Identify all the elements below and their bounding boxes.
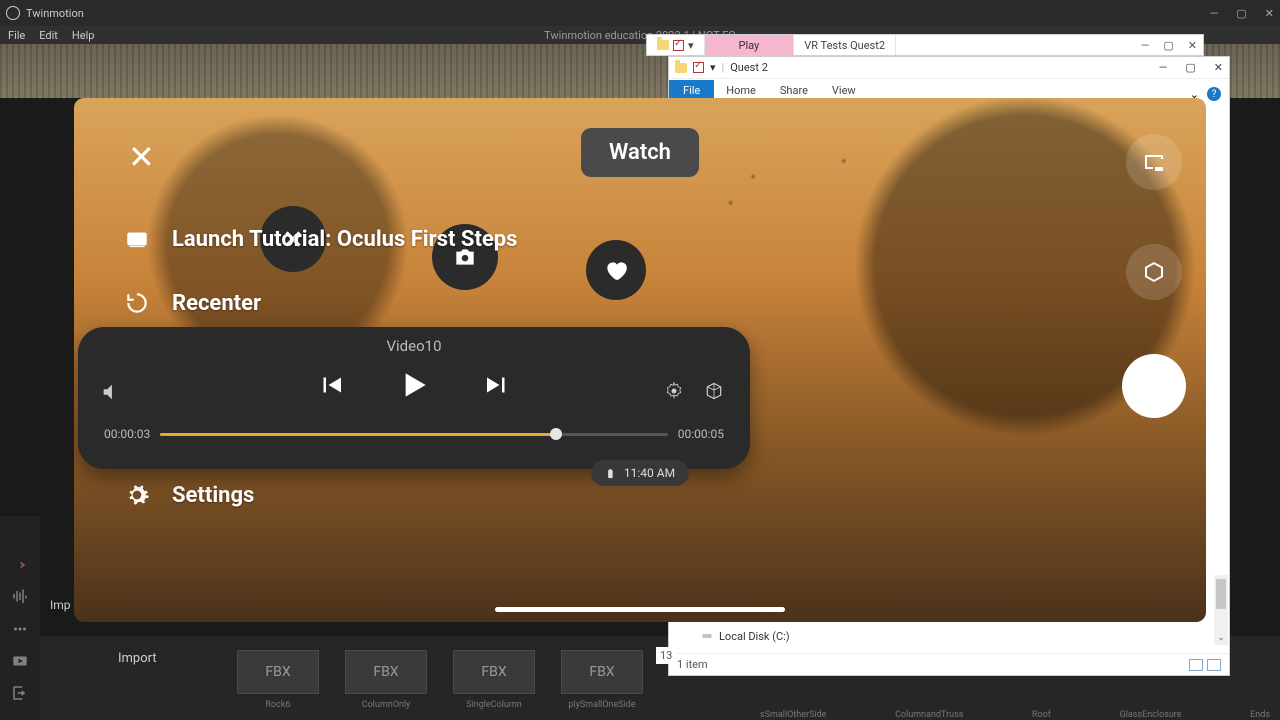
media-icon[interactable] (11, 652, 29, 668)
window-minimize-icon[interactable]: — (1159, 61, 1168, 74)
settings-icon (124, 482, 150, 508)
asset-item[interactable]: FBXplySmallOneSide (560, 650, 644, 710)
menu-settings[interactable]: Settings (124, 482, 517, 508)
battery-icon (605, 467, 616, 480)
explorer-tab[interactable]: ▾ (647, 35, 705, 55)
menu-recenter[interactable]: Recenter (124, 290, 517, 316)
cube3d-icon[interactable] (704, 381, 724, 405)
volume-icon[interactable] (100, 381, 122, 407)
window-close-icon[interactable]: ✕ (1214, 61, 1223, 74)
quick-dropdown-icon[interactable]: ▾ (710, 61, 716, 74)
heart-bubble-icon[interactable] (586, 240, 646, 300)
window-title: Quest 2 (730, 61, 768, 74)
menu-apps[interactable]: Apps (124, 418, 517, 444)
play-icon[interactable] (394, 365, 434, 409)
explorer-tab-label[interactable]: VR Tests Quest2 (794, 35, 896, 55)
play-tab[interactable]: Play (705, 35, 795, 55)
cast-icon[interactable] (1126, 134, 1182, 190)
import-label[interactable]: Import (118, 651, 157, 666)
scrollbar[interactable]: ⌄ (1214, 575, 1228, 645)
tree-item-local-disk[interactable]: Local Disk (C:) (683, 627, 1223, 645)
next-track-icon[interactable] (482, 370, 512, 404)
folder-icon (675, 63, 687, 73)
cancel-bubble-icon[interactable] (260, 206, 326, 272)
apps-icon (124, 418, 150, 444)
home-indicator[interactable] (495, 607, 785, 612)
asset-thumbnails: FBXRock6 FBXColumnOnly FBXSingleColumn F… (236, 650, 644, 710)
app-title: Twinmotion (26, 7, 84, 20)
menu-file[interactable]: File (8, 29, 25, 42)
hamburger-icon[interactable] (11, 524, 29, 540)
window-minimize-icon[interactable]: — (1141, 39, 1150, 52)
help-icon[interactable]: ? (1207, 87, 1221, 101)
checkbox-icon (673, 40, 684, 51)
folder-icon (657, 40, 669, 50)
prev-track-icon[interactable] (316, 370, 346, 404)
clock-pill: 11:40 AM (591, 460, 689, 486)
seek-bar[interactable] (160, 433, 667, 436)
time-current: 00:00:03 (104, 427, 150, 441)
camera-bubble-icon[interactable] (432, 224, 498, 290)
menu-edit[interactable]: Edit (39, 29, 58, 42)
cube-icon[interactable] (1126, 244, 1182, 300)
window-close-icon[interactable]: ✕ (1188, 39, 1197, 52)
menu-help[interactable]: Help (72, 29, 95, 42)
waveform-icon[interactable] (11, 588, 29, 604)
gear-icon[interactable] (664, 381, 684, 405)
vr-menu: Launch Tutorial: Oculus First Steps Rece… (124, 226, 517, 508)
view-details-icon[interactable] (1189, 659, 1203, 671)
export-icon[interactable] (11, 684, 29, 700)
asset-item[interactable]: FBXRock6 (236, 650, 320, 710)
import-icon[interactable] (11, 556, 29, 572)
guardian-icon (124, 354, 150, 380)
explorer-window-back: ▾ Play VR Tests Quest2 — ▢ ✕ (646, 34, 1204, 56)
tutorial-icon (124, 226, 150, 252)
item-count: 1 item (677, 658, 708, 671)
window-maximize-icon[interactable]: ▢ (1185, 61, 1195, 74)
window-minimize-icon[interactable]: — (1210, 7, 1219, 20)
window-close-icon[interactable]: ✕ (1265, 7, 1274, 20)
video-title: Video10 (386, 337, 441, 355)
panel-label: Imp (50, 598, 71, 612)
asset-item[interactable]: FBXSingleColumn (452, 650, 536, 710)
watch-button[interactable]: Watch (581, 128, 699, 177)
time-total: 00:00:05 (678, 427, 724, 441)
close-icon[interactable]: ✕ (128, 138, 155, 176)
record-button[interactable] (1122, 354, 1186, 418)
tool-rail (0, 516, 40, 720)
menu-guardian[interactable]: Reset Guardian (124, 354, 517, 380)
menu-tutorial[interactable]: Launch Tutorial: Oculus First Steps (124, 226, 517, 252)
recenter-icon (124, 290, 150, 316)
drive-icon (701, 630, 713, 642)
clock-time: 11:40 AM (624, 466, 675, 480)
app-titlebar: Twinmotion — ▢ ✕ (0, 0, 1280, 26)
count-fragment: 13 (656, 647, 676, 664)
asset-item[interactable]: FBXColumnOnly (344, 650, 428, 710)
view-icons-icon[interactable] (1207, 659, 1221, 671)
window-maximize-icon[interactable]: ▢ (1236, 7, 1246, 20)
dots-icon[interactable] (11, 620, 29, 636)
video-player: Video10 00:00:03 00:00:05 (78, 327, 750, 469)
status-bar: 1 item (669, 653, 1229, 675)
asset-names-row: sSmallOtherSideColumnandTruss RoofGlassE… (760, 710, 1270, 720)
checkbox-icon (693, 62, 704, 73)
window-maximize-icon[interactable]: ▢ (1163, 39, 1173, 52)
app-logo-icon (6, 6, 20, 20)
vr-overlay: ✕ Watch Launch Tutorial: Oculus First St… (74, 98, 1206, 622)
